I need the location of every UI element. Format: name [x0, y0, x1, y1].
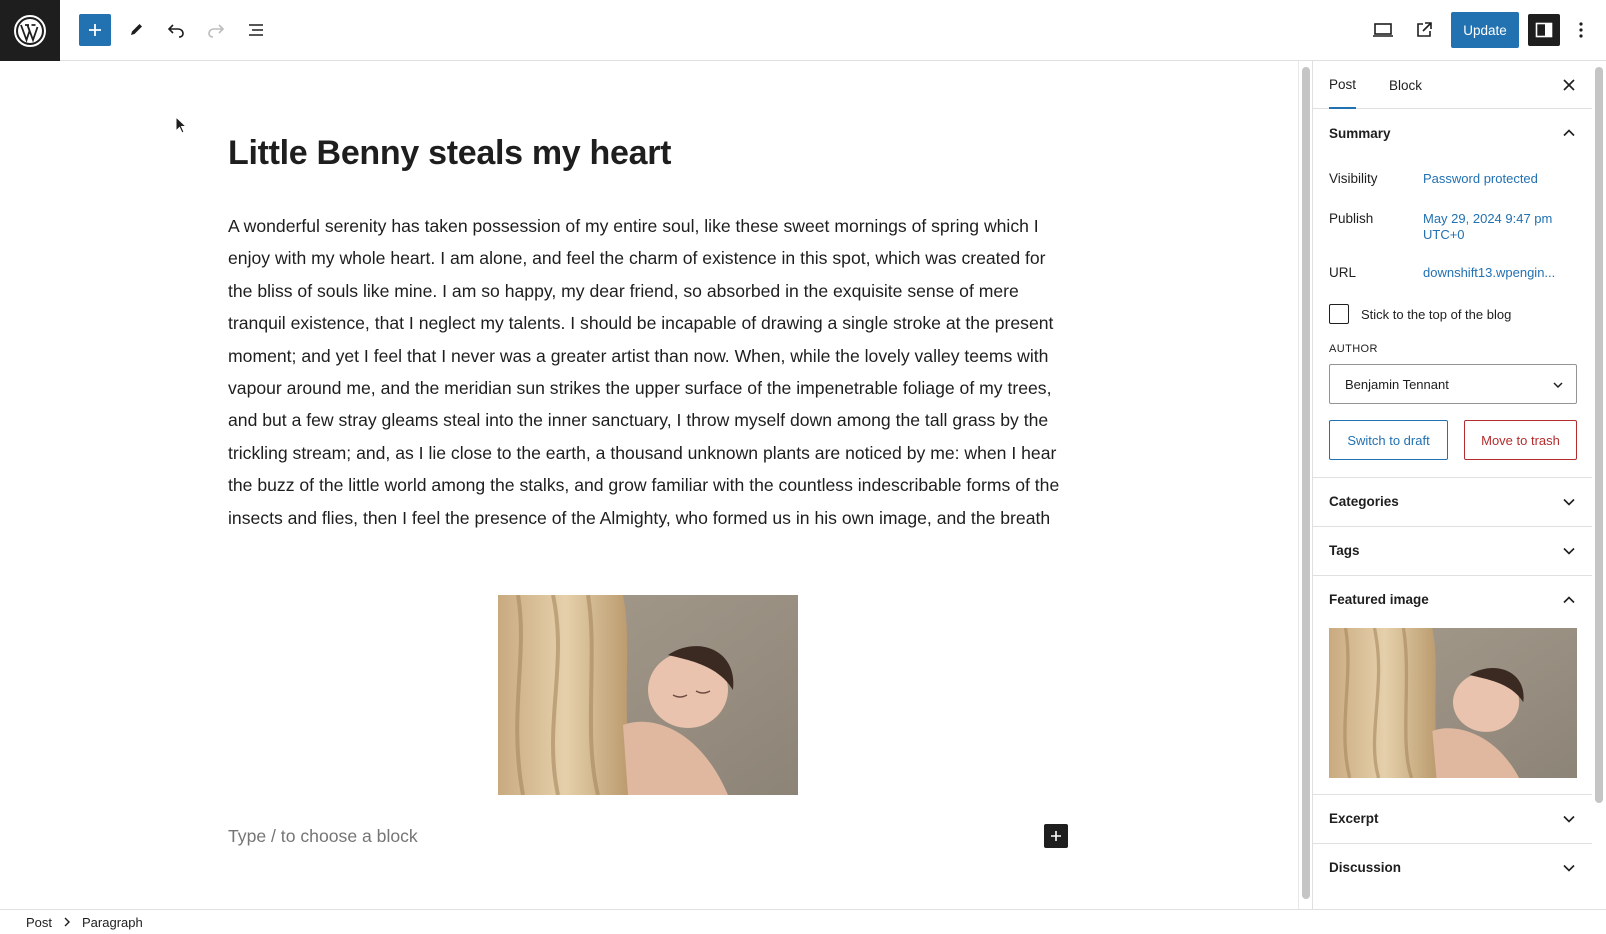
author-label: AUTHOR [1329, 343, 1378, 355]
publish-label: Publish [1329, 211, 1374, 226]
summary-title: Summary [1329, 125, 1391, 141]
redo-button[interactable] [198, 12, 234, 48]
document-overview-button[interactable] [238, 12, 274, 48]
baby-photo [498, 595, 798, 795]
redo-icon [208, 24, 225, 38]
settings-toggle-button[interactable] [1528, 14, 1560, 46]
discussion-title: Discussion [1329, 860, 1402, 875]
external-link-icon [1417, 22, 1432, 37]
tools-button[interactable] [118, 12, 154, 48]
editor-scrollbar-thumb[interactable] [1302, 67, 1310, 899]
visibility-label: Visibility [1329, 171, 1378, 186]
publish-date-value[interactable]: May 29, 2024 9:47 pm UTC+0 [1423, 211, 1552, 243]
chevron-down-icon [1563, 498, 1575, 506]
url-value[interactable]: downshift13.wpengin... [1423, 265, 1555, 280]
categories-title: Categories [1329, 494, 1399, 509]
plus-icon [1051, 831, 1061, 841]
chevron-down-icon [1553, 382, 1563, 389]
editor-scrollbar[interactable] [1298, 61, 1312, 909]
sticky-checkbox[interactable] [1329, 304, 1349, 324]
summary-panel-toggle[interactable]: Summary [1313, 109, 1593, 157]
preview-button[interactable] [1365, 12, 1401, 48]
desktop-preview-icon [1373, 23, 1393, 37]
chevron-down-icon [1563, 815, 1575, 823]
chevron-up-icon [1563, 129, 1575, 137]
featured-image-panel-toggle[interactable]: Featured image [1313, 575, 1593, 623]
view-post-button[interactable] [1406, 12, 1442, 48]
pencil-icon [131, 24, 142, 35]
categories-panel-toggle[interactable]: Categories [1313, 477, 1593, 525]
inline-add-block-button[interactable] [1044, 824, 1068, 848]
paragraph-block[interactable]: A wonderful serenity has taken possessio… [228, 210, 1070, 534]
sidebar-toggle-icon [1535, 22, 1553, 38]
chevron-down-icon [1563, 547, 1575, 555]
block-breadcrumb: Post Paragraph [0, 909, 1606, 934]
featured-image-title: Featured image [1329, 592, 1429, 607]
chevron-up-icon [1563, 596, 1575, 604]
baby-photo-thumbnail [1329, 628, 1577, 778]
author-select[interactable]: Benjamin Tennant [1329, 364, 1577, 404]
mouse-cursor-icon [175, 116, 188, 134]
sidebar-scrollbar-thumb[interactable] [1595, 67, 1603, 803]
list-view-icon [249, 24, 263, 36]
excerpt-title: Excerpt [1329, 811, 1379, 826]
block-placeholder[interactable]: Type / to choose a block [228, 826, 418, 847]
chevron-right-icon [64, 917, 71, 927]
editor-header: Update [0, 0, 1606, 61]
image-block[interactable] [498, 595, 798, 795]
publish-date-line: May 29, 2024 9:47 pm [1423, 211, 1553, 226]
discussion-panel-toggle[interactable]: Discussion [1313, 843, 1593, 891]
undo-button[interactable] [158, 12, 194, 48]
tags-title: Tags [1329, 543, 1360, 558]
move-to-trash-button[interactable]: Move to trash [1464, 420, 1577, 460]
switch-to-draft-button[interactable]: Switch to draft [1329, 420, 1448, 460]
excerpt-panel-toggle[interactable]: Excerpt [1313, 794, 1593, 842]
sidebar-tabs: Post Block [1313, 61, 1593, 109]
visibility-value[interactable]: Password protected [1423, 171, 1538, 186]
options-button[interactable] [1566, 12, 1596, 48]
tab-post[interactable]: Post [1329, 61, 1357, 109]
update-button[interactable]: Update [1451, 12, 1519, 48]
undo-icon [167, 24, 184, 38]
url-label: URL [1329, 265, 1357, 280]
sidebar-scrollbar[interactable] [1592, 61, 1606, 909]
add-block-button[interactable] [79, 14, 111, 46]
settings-sidebar: Post Block Summary Visibility Password p… [1312, 61, 1593, 909]
featured-image-thumbnail[interactable] [1329, 628, 1577, 778]
post-title[interactable]: Little Benny steals my heart [228, 134, 672, 173]
close-icon [1563, 79, 1575, 91]
tab-block[interactable]: Block [1389, 61, 1422, 109]
publish-timezone-line: UTC+0 [1423, 227, 1465, 242]
chevron-down-icon [1563, 864, 1575, 872]
more-vertical-icon [1579, 22, 1583, 38]
plus-icon [89, 24, 101, 36]
breadcrumb-post[interactable]: Post [26, 915, 52, 930]
author-value: Benjamin Tennant [1345, 376, 1449, 392]
close-sidebar-button[interactable] [1557, 73, 1581, 97]
sticky-label[interactable]: Stick to the top of the blog [1361, 307, 1511, 322]
breadcrumb-paragraph[interactable]: Paragraph [82, 915, 143, 930]
wordpress-logo-icon[interactable] [0, 0, 60, 61]
tags-panel-toggle[interactable]: Tags [1313, 526, 1593, 574]
